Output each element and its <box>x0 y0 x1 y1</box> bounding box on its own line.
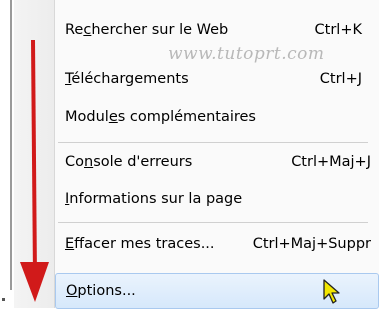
window-left-border <box>10 0 12 290</box>
menu-separator <box>58 222 368 223</box>
menu-item-label: Console d'erreurs <box>65 154 193 170</box>
menu-item-downloads[interactable]: Téléchargements Ctrl+J <box>55 62 379 96</box>
menu-item-label: Modules complémentaires <box>65 109 256 125</box>
menu-item-error-console[interactable]: Console d'erreurs Ctrl+Maj+J <box>55 145 379 179</box>
menu-item-shortcut: Ctrl+Maj+J <box>291 154 371 170</box>
menu-item-clear-history[interactable]: Effacer mes traces... Ctrl+Maj+Suppr <box>55 227 379 261</box>
menu-item-shortcut: Ctrl+Maj+Suppr <box>252 236 371 252</box>
down-arrow-icon <box>20 40 49 302</box>
watermark: www.tutoprt.com <box>168 44 325 64</box>
menu-item-shortcut: Ctrl+K <box>314 22 362 38</box>
menu-item-label: Rechercher sur le Web <box>65 22 229 38</box>
menu-item-label: Téléchargements <box>65 71 189 87</box>
menu-item-label: Informations sur la page <box>65 191 243 207</box>
menu-item-page-info[interactable]: Informations sur la page <box>55 182 379 216</box>
menu-screenshot: Rechercher sur le Web Ctrl+K www.tutoprt… <box>0 0 379 309</box>
menu-item-shortcut: Ctrl+J <box>319 71 362 87</box>
menu-item-search-web[interactable]: Rechercher sur le Web Ctrl+K <box>55 13 379 47</box>
menu-item-addons[interactable]: Modules complémentaires <box>55 100 379 134</box>
corner-dot <box>2 298 5 301</box>
menu-item-label: Effacer mes traces... <box>65 236 215 252</box>
mouse-pointer-icon <box>323 279 340 304</box>
menu-item-label: Options... <box>66 283 136 299</box>
menu-separator <box>58 142 368 143</box>
